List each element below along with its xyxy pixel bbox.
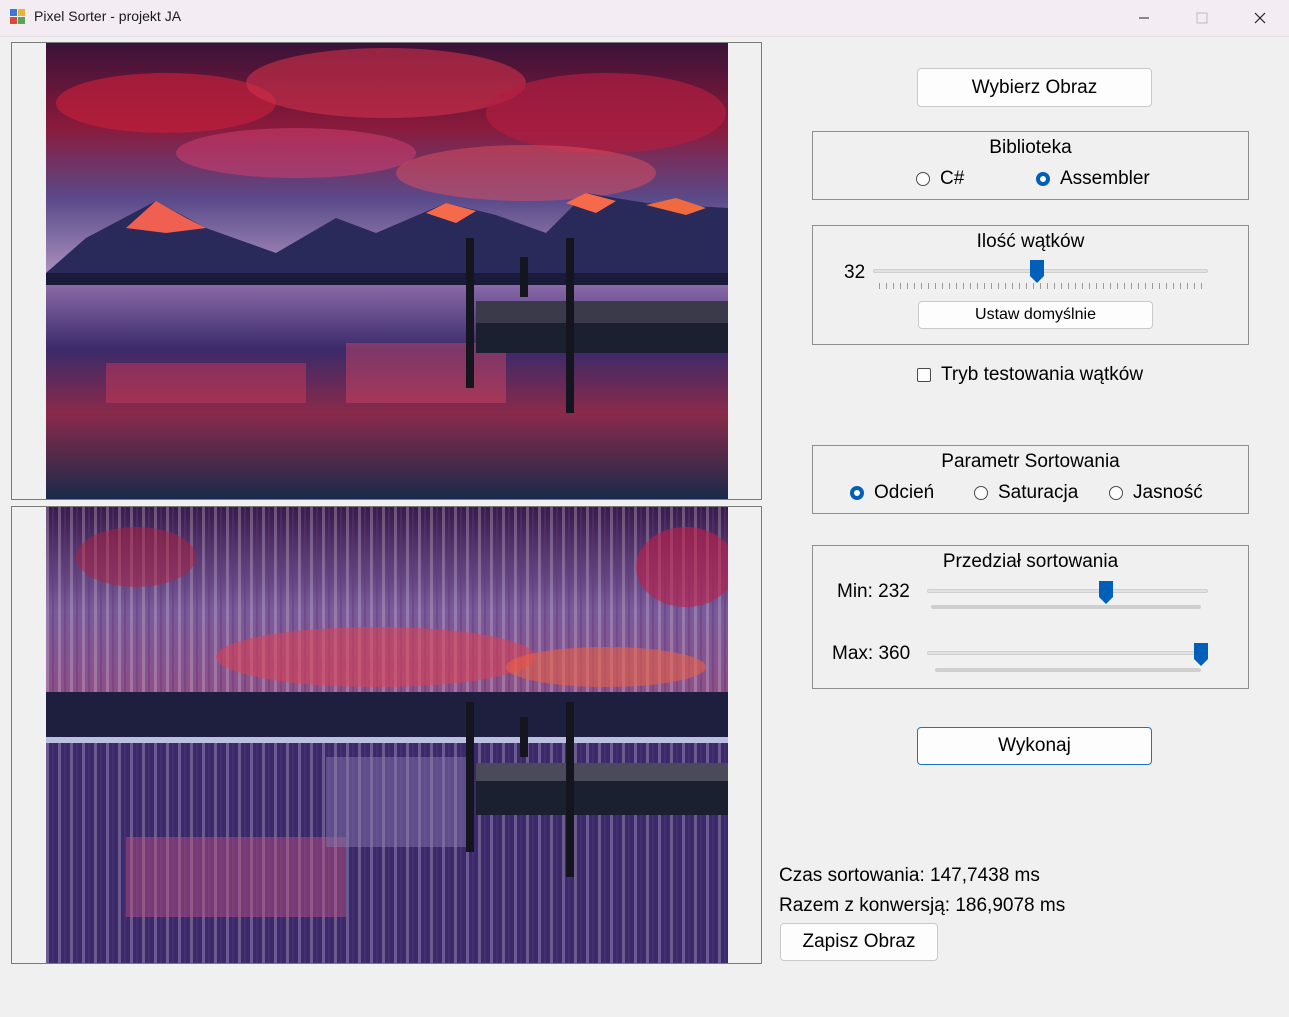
radio-hue[interactable]: Odcień [850,482,934,504]
sorted-image [46,507,728,963]
max-slider-thumb[interactable] [1194,643,1208,667]
radio-saturation[interactable]: Saturacja [974,482,1078,504]
radio-brightness-label: Jasność [1133,482,1203,503]
sort-time-label: Czas sortowania: 147,7438 ms [779,865,1040,886]
radio-csharp-indicator [916,172,930,186]
max-slider-track[interactable] [927,651,1208,655]
maximize-button[interactable] [1173,0,1231,36]
radio-saturation-indicator [974,486,988,500]
library-title: Biblioteka [989,137,1072,158]
execute-button[interactable]: Wykonaj [917,727,1152,765]
sorted-image-box [11,506,762,964]
radio-assembler[interactable]: Assembler [1036,168,1150,190]
close-icon [1254,12,1266,24]
min-slider-base [931,605,1201,609]
radio-hue-indicator [850,486,864,500]
thread-test-mode-checkbox[interactable]: Tryb testowania wątków [917,364,1143,386]
title-bar: Pixel Sorter - projekt JA [0,0,1289,37]
total-time-label: Razem z konwersją: 186,9078 ms [779,895,1066,916]
radio-csharp-label: C# [940,168,965,189]
radio-csharp[interactable]: C# [916,168,964,190]
threads-group: Ilość wątków 32 Ustaw domyślnie [812,225,1249,345]
sort-param-title: Parametr Sortowania [941,451,1120,472]
radio-assembler-indicator [1036,172,1050,186]
close-button[interactable] [1231,0,1289,36]
radio-saturation-label: Saturacja [998,482,1079,503]
window-title: Pixel Sorter - projekt JA [34,8,182,24]
threads-value: 32 [844,262,866,283]
maximize-icon [1196,12,1208,24]
max-label: Max: 360 [832,643,911,664]
minimize-icon [1139,17,1149,19]
set-default-button[interactable]: Ustaw domyślnie [918,301,1153,329]
threads-title: Ilość wątków [976,231,1085,252]
sort-range-title: Przedział sortowania [942,551,1119,572]
radio-brightness[interactable]: Jasność [1109,482,1203,504]
save-image-button[interactable]: Zapisz Obraz [780,923,938,961]
min-slider-thumb[interactable] [1098,581,1113,605]
threads-slider-thumb[interactable] [1030,260,1045,284]
app-icon [10,9,25,24]
min-label: Min: 232 [837,581,910,602]
sort-param-group: Parametr Sortowania Odcień Saturacja Jas… [812,445,1249,514]
choose-image-button[interactable]: Wybierz Obraz [917,68,1152,107]
max-slider-base [935,668,1201,672]
original-image-box [11,42,762,500]
thread-test-mode-label: Tryb testowania wątków [941,364,1144,385]
library-group: Biblioteka C# Assembler [812,131,1249,200]
original-image [46,43,728,499]
radio-brightness-indicator [1109,486,1123,500]
radio-hue-label: Odcień [874,482,935,503]
minimize-button[interactable] [1115,0,1173,36]
thread-test-mode-box [917,368,931,382]
min-slider-track[interactable] [927,589,1208,593]
sort-range-group: Przedział sortowania Min: 232 Max: 360 [812,545,1249,689]
radio-assembler-label: Assembler [1060,168,1150,189]
